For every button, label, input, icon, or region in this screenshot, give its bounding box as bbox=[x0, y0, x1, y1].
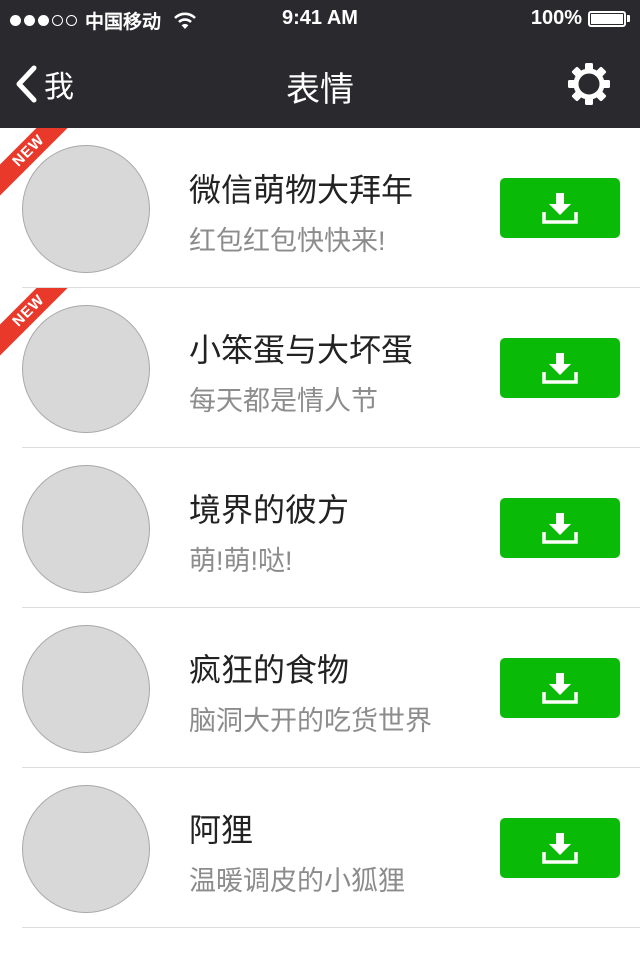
avatar bbox=[22, 625, 150, 753]
new-badge: NEW bbox=[0, 128, 70, 198]
new-badge: NEW bbox=[0, 288, 70, 358]
download-button[interactable] bbox=[500, 498, 620, 558]
battery-icon bbox=[588, 10, 626, 27]
list-item[interactable]: 疯狂的食物 脑洞大开的吃货世界 bbox=[0, 608, 640, 768]
download-icon bbox=[542, 193, 578, 224]
download-icon bbox=[542, 833, 578, 864]
download-button[interactable] bbox=[500, 178, 620, 238]
item-subtitle: 红包红包快快来! bbox=[189, 226, 386, 256]
status-bar: 中国移动 9:41 AM 100% bbox=[0, 0, 640, 40]
download-button[interactable] bbox=[500, 658, 620, 718]
item-subtitle: 每天都是情人节 bbox=[189, 386, 378, 416]
item-title: 阿狸 bbox=[189, 812, 254, 848]
avatar bbox=[22, 785, 150, 913]
sticker-list: NEW 微信萌物大拜年 红包红包快快来! NEW 小笨蛋与大坏蛋 每天都是情人节 bbox=[0, 128, 640, 928]
download-icon bbox=[542, 353, 578, 384]
battery-percent: 100% bbox=[530, 7, 582, 29]
list-item[interactable]: 境界的彼方 萌!萌!哒! bbox=[0, 448, 640, 608]
download-icon bbox=[542, 673, 578, 704]
battery-tip bbox=[627, 15, 630, 22]
download-button[interactable] bbox=[500, 338, 620, 398]
list-item[interactable]: NEW 小笨蛋与大坏蛋 每天都是情人节 bbox=[0, 288, 640, 448]
avatar bbox=[22, 465, 150, 593]
list-item[interactable]: NEW 微信萌物大拜年 红包红包快快来! bbox=[0, 128, 640, 288]
new-badge-label: NEW bbox=[0, 288, 70, 358]
item-subtitle: 萌!萌!哒! bbox=[189, 546, 293, 576]
header: 中国移动 9:41 AM 100% 我 表情 bbox=[0, 0, 640, 128]
status-right: 100% bbox=[531, 7, 630, 30]
item-subtitle: 脑洞大开的吃货世界 bbox=[189, 706, 432, 736]
item-title: 微信萌物大拜年 bbox=[189, 172, 414, 208]
download-button[interactable] bbox=[500, 818, 620, 878]
gear-icon[interactable] bbox=[568, 63, 610, 105]
item-subtitle: 温暖调皮的小狐狸 bbox=[189, 866, 405, 896]
nav-bar: 我 表情 bbox=[0, 40, 640, 128]
page-title: 表情 bbox=[286, 71, 354, 109]
divider bbox=[22, 927, 640, 928]
item-title: 小笨蛋与大坏蛋 bbox=[189, 332, 414, 368]
item-title: 境界的彼方 bbox=[189, 492, 350, 528]
download-icon bbox=[542, 513, 578, 544]
item-title: 疯狂的食物 bbox=[189, 652, 350, 688]
new-badge-label: NEW bbox=[0, 128, 70, 198]
list-item[interactable]: 阿狸 温暖调皮的小狐狸 bbox=[0, 768, 640, 928]
